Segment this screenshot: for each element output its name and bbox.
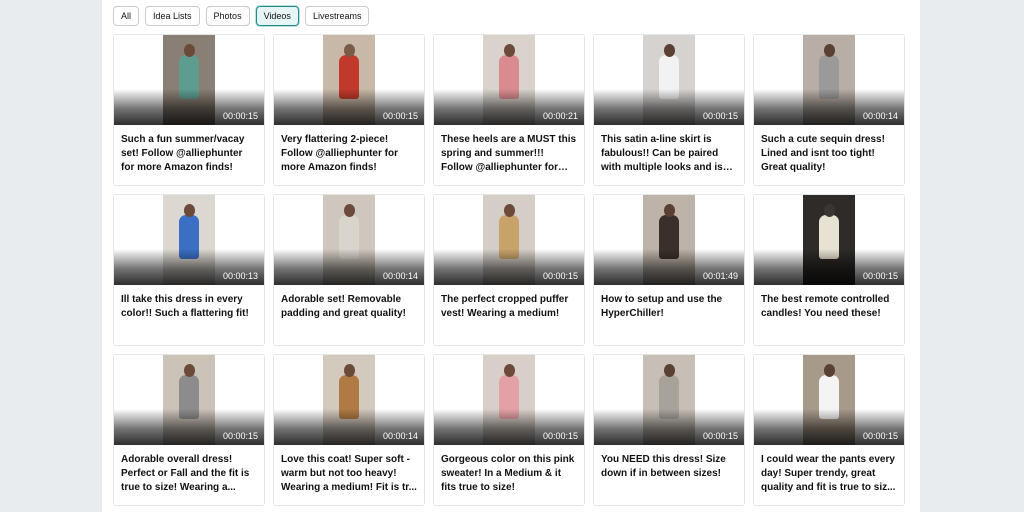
person-figure-head	[184, 204, 195, 217]
video-thumbnail[interactable]: 00:00:15	[114, 35, 264, 125]
video-duration: 00:00:15	[222, 431, 258, 441]
video-caption[interactable]: Gorgeous color on this pink sweater! In …	[434, 445, 584, 495]
content-panel: All Idea Lists Photos Videos Livestreams…	[102, 0, 920, 512]
video-duration: 00:01:49	[702, 271, 738, 281]
video-thumbnail[interactable]: 00:00:15	[594, 355, 744, 445]
video-duration: 00:00:15	[542, 271, 578, 281]
filter-tabs: All Idea Lists Photos Videos Livestreams	[113, 6, 370, 26]
person-figure-head	[664, 44, 675, 57]
video-thumbnail[interactable]: 00:00:15	[754, 355, 904, 445]
video-caption[interactable]: The perfect cropped puffer vest! Wearing…	[434, 285, 584, 321]
video-card[interactable]: 00:00:15 Such a fun summer/vacay set! Fol…	[113, 34, 265, 186]
video-caption[interactable]: This satin a-line skirt is fabulous!! Ca…	[594, 125, 744, 175]
video-caption[interactable]: Adorable set! Removable padding and grea…	[274, 285, 424, 321]
video-caption[interactable]: Such a fun summer/vacay set! Follow @all…	[114, 125, 264, 175]
person-figure-head	[504, 44, 515, 57]
video-duration: 00:00:21	[542, 111, 578, 121]
video-card[interactable]: 00:00:15 I could wear the pants every day…	[753, 354, 905, 506]
video-caption[interactable]: You NEED this dress! Size down if in bet…	[594, 445, 744, 481]
video-duration: 00:00:15	[382, 111, 418, 121]
person-figure-head	[344, 364, 355, 377]
video-caption[interactable]: Such a cute sequin dress! Lined and isnt…	[754, 125, 904, 175]
video-duration: 00:00:15	[222, 111, 258, 121]
video-caption[interactable]: I could wear the pants every day! Super …	[754, 445, 904, 495]
video-caption[interactable]: Love this coat! Super soft - warm but no…	[274, 445, 424, 495]
video-card[interactable]: 00:00:15 This satin a-line skirt is fabul…	[593, 34, 745, 186]
filter-videos-button[interactable]: Videos	[255, 6, 299, 26]
person-figure-head	[824, 364, 835, 377]
video-thumbnail[interactable]: 00:00:15	[594, 35, 744, 125]
video-card[interactable]: 00:00:15 Gorgeous color on this pink swea…	[433, 354, 585, 506]
video-thumbnail[interactable]: 00:00:13	[114, 195, 264, 285]
video-thumbnail[interactable]: 00:00:14	[754, 35, 904, 125]
video-duration: 00:00:13	[222, 271, 258, 281]
video-thumbnail[interactable]: 00:01:49	[594, 195, 744, 285]
video-grid: 00:00:15 Such a fun summer/vacay set! Fol…	[113, 34, 905, 506]
video-card[interactable]: 00:00:13 Ill take this dress in every col…	[113, 194, 265, 346]
video-thumbnail[interactable]: 00:00:14	[274, 355, 424, 445]
person-figure-head	[344, 44, 355, 57]
video-thumbnail[interactable]: 00:00:15	[434, 195, 584, 285]
person-figure-head	[824, 204, 835, 217]
video-thumbnail[interactable]: 00:00:15	[754, 195, 904, 285]
video-thumbnail[interactable]: 00:00:21	[434, 35, 584, 125]
video-caption[interactable]: How to setup and use the HyperChiller!	[594, 285, 744, 321]
video-caption[interactable]: These heels are a MUST this spring and s…	[434, 125, 584, 175]
video-card[interactable]: 00:00:14 Such a cute sequin dress! Lined …	[753, 34, 905, 186]
video-card[interactable]: 00:00:14 Love this coat! Super soft - war…	[273, 354, 425, 506]
person-figure-head	[504, 204, 515, 217]
video-card[interactable]: 00:01:49 How to setup and use the HyperCh…	[593, 194, 745, 346]
video-duration: 00:00:15	[702, 431, 738, 441]
person-figure-head	[824, 44, 835, 57]
video-card[interactable]: 00:00:15 Very flattering 2-piece! Follow …	[273, 34, 425, 186]
person-figure-head	[504, 364, 515, 377]
filter-photos-button[interactable]: Photos	[205, 6, 250, 26]
video-card[interactable]: 00:00:15 The best remote controlled candl…	[753, 194, 905, 346]
video-duration: 00:00:15	[862, 271, 898, 281]
video-caption[interactable]: Ill take this dress in every color!! Suc…	[114, 285, 264, 321]
person-figure-head	[344, 204, 355, 217]
video-thumbnail[interactable]: 00:00:15	[274, 35, 424, 125]
video-thumbnail[interactable]: 00:00:15	[114, 355, 264, 445]
video-duration: 00:00:15	[862, 431, 898, 441]
filter-livestreams-button[interactable]: Livestreams	[304, 6, 370, 26]
person-figure-head	[664, 204, 675, 217]
video-card[interactable]: 00:00:15 You NEED this dress! Size down i…	[593, 354, 745, 506]
video-thumbnail[interactable]: 00:00:15	[434, 355, 584, 445]
video-duration: 00:00:15	[702, 111, 738, 121]
video-duration: 00:00:15	[542, 431, 578, 441]
video-duration: 00:00:14	[862, 111, 898, 121]
video-caption[interactable]: Very flattering 2-piece! Follow @allieph…	[274, 125, 424, 175]
filter-idea-lists-button[interactable]: Idea Lists	[145, 6, 200, 26]
video-duration: 00:00:14	[382, 271, 418, 281]
video-caption[interactable]: The best remote controlled candles! You …	[754, 285, 904, 321]
video-card[interactable]: 00:00:21 These heels are a MUST this spri…	[433, 34, 585, 186]
person-figure-head	[184, 364, 195, 377]
video-caption[interactable]: Adorable overall dress! Perfect or Fall …	[114, 445, 264, 495]
video-card[interactable]: 00:00:14 Adorable set! Removable padding …	[273, 194, 425, 346]
video-thumbnail[interactable]: 00:00:14	[274, 195, 424, 285]
video-duration: 00:00:14	[382, 431, 418, 441]
video-card[interactable]: 00:00:15 The perfect cropped puffer vest!…	[433, 194, 585, 346]
video-card[interactable]: 00:00:15 Adorable overall dress! Perfect …	[113, 354, 265, 506]
person-figure-head	[184, 44, 195, 57]
person-figure-head	[664, 364, 675, 377]
filter-all-button[interactable]: All	[113, 6, 140, 26]
